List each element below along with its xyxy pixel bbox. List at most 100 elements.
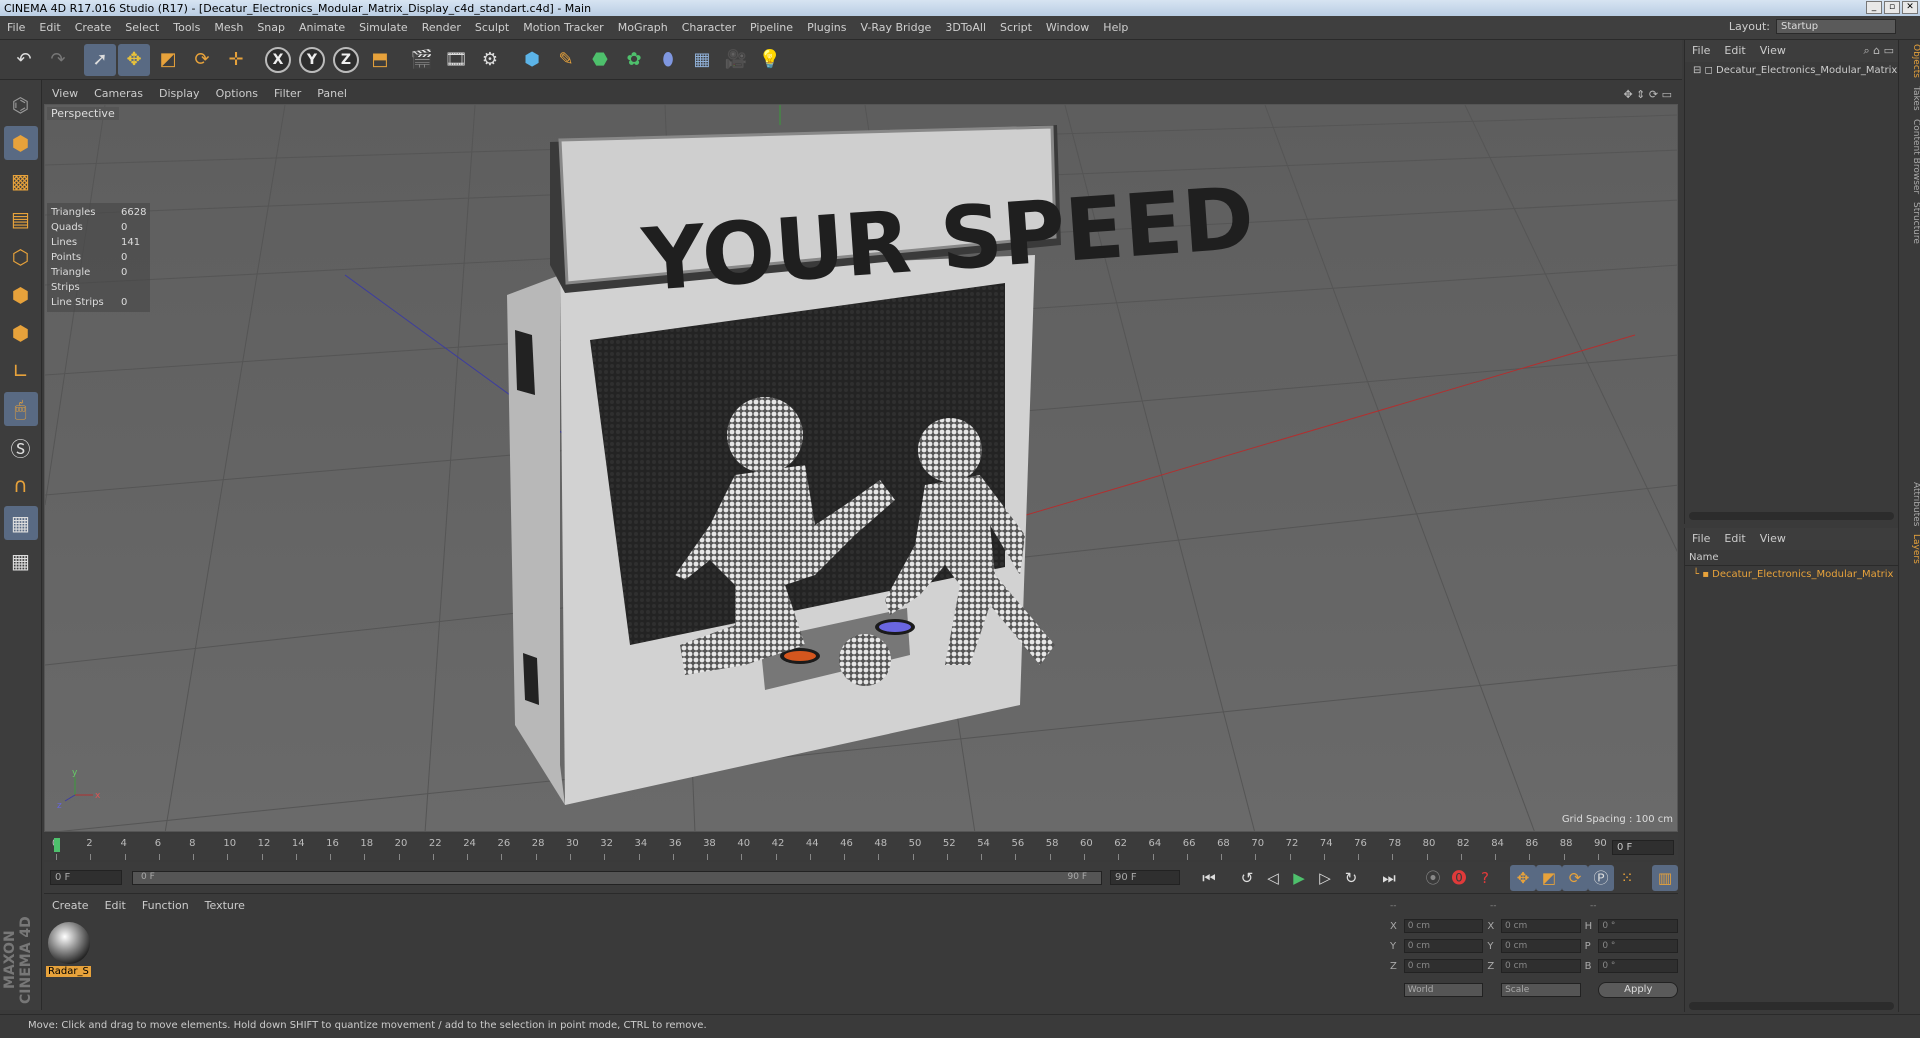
menu-edit[interactable]: Edit	[32, 16, 67, 40]
layers-horizontal-scrollbar[interactable]	[1689, 1002, 1894, 1010]
key-rotation-icon[interactable]: ⟳	[1562, 864, 1588, 891]
objects-horizontal-scrollbar[interactable]	[1689, 512, 1894, 520]
next-key-icon[interactable]: ↻	[1338, 865, 1364, 891]
menu-mograph[interactable]: MoGraph	[611, 16, 675, 40]
frame-range-slider[interactable]: 0 F 90 F	[132, 870, 1102, 885]
previous-key-icon[interactable]: ↺	[1234, 865, 1260, 891]
render-settings-icon[interactable]: ⚙	[474, 44, 506, 76]
render-picture-viewer-icon[interactable]: 🎞	[440, 44, 472, 76]
pen-spline-icon[interactable]: ✎	[550, 44, 582, 76]
menu-tools[interactable]: Tools	[166, 16, 207, 40]
polygons-mode-icon[interactable]: ⬢	[4, 316, 38, 350]
tab-layers[interactable]: Layers	[1899, 530, 1920, 568]
workplane-mode-icon[interactable]: ▤	[4, 202, 38, 236]
objects-menu-file[interactable]: File	[1685, 40, 1717, 62]
current-frame-field[interactable]: 0 F	[1612, 840, 1674, 855]
menu-3dtoall[interactable]: 3DToAll	[938, 16, 993, 40]
position-y-field[interactable]: 0 cm	[1403, 939, 1484, 953]
rotation-p-field[interactable]: 0 °	[1598, 939, 1678, 953]
end-frame-field[interactable]: 90 F	[1110, 870, 1180, 885]
menu-help[interactable]: Help	[1096, 16, 1135, 40]
material-menu-function[interactable]: Function	[134, 896, 197, 916]
start-frame-field[interactable]: 0 F	[50, 870, 122, 885]
cloner-icon[interactable]: ✿	[618, 44, 650, 76]
coordinate-space-dropdown[interactable]: World	[1403, 983, 1484, 997]
layout-dropdown[interactable]: Startup	[1776, 19, 1896, 34]
previous-frame-icon[interactable]: ◁	[1260, 865, 1286, 891]
edges-mode-icon[interactable]: ⬢	[4, 278, 38, 312]
close-button[interactable]: ✕	[1902, 1, 1918, 14]
size-x-field[interactable]: 0 cm	[1501, 919, 1581, 933]
objects-menu-view[interactable]: View	[1753, 40, 1793, 62]
menu-window[interactable]: Window	[1039, 16, 1096, 40]
undo-icon[interactable]: ↶	[8, 44, 40, 76]
tab-objects[interactable]: Objects	[1899, 40, 1920, 82]
size-mode-dropdown[interactable]: Scale	[1501, 983, 1581, 997]
menu-sculpt[interactable]: Sculpt	[468, 16, 516, 40]
material-name[interactable]: Radar_S	[46, 966, 91, 977]
viewport-menu-display[interactable]: Display	[151, 84, 208, 104]
scale-tool-icon[interactable]: ◩	[152, 44, 184, 76]
y-axis-lock-icon[interactable]: Y	[296, 44, 328, 76]
menu-animate[interactable]: Animate	[292, 16, 352, 40]
perspective-viewport[interactable]: YOUR SPEED y x z Perspective Triangles 66…	[44, 104, 1678, 832]
viewport-menu-view[interactable]: View	[44, 84, 86, 104]
menu-motion-tracker[interactable]: Motion Tracker	[516, 16, 610, 40]
layer-item[interactable]: └ ▪ Decatur_Electronics_Modular_Matrix	[1685, 566, 1898, 584]
render-view-icon[interactable]: 🎬	[406, 44, 438, 76]
tweak-mode-icon[interactable]: 🖱	[3, 392, 38, 426]
key-position-icon[interactable]: ✥	[1510, 864, 1536, 891]
model-mode-icon[interactable]: ⬢	[3, 126, 38, 160]
material-menu-texture[interactable]: Texture	[197, 896, 253, 916]
planar-workplane-icon[interactable]: ▦	[4, 544, 38, 578]
move-tool-icon[interactable]: ✥	[118, 43, 150, 76]
live-selection-icon[interactable]: ➚	[84, 43, 116, 76]
menu-select[interactable]: Select	[118, 16, 166, 40]
objects-search-icon[interactable]: ⌕ ⌂ ▭	[1863, 44, 1898, 58]
menu-vray-bridge[interactable]: V-Ray Bridge	[853, 16, 938, 40]
size-y-field[interactable]: 0 cm	[1501, 939, 1581, 953]
rotate-tool-icon[interactable]: ⟳	[186, 44, 218, 76]
viewport-menu-filter[interactable]: Filter	[266, 84, 309, 104]
camera-icon[interactable]: 🎥	[720, 44, 752, 76]
keyframe-selection-icon[interactable]: ?	[1472, 865, 1498, 891]
x-axis-lock-icon[interactable]: X	[262, 44, 294, 76]
size-z-field[interactable]: 0 cm	[1501, 959, 1581, 973]
maximize-button[interactable]: ▫	[1884, 1, 1900, 14]
points-mode-icon[interactable]: ⬡	[4, 240, 38, 274]
viewport-nav-icons[interactable]: ✥ ⇕ ⟳ ▭	[1623, 88, 1678, 101]
tab-attributes[interactable]: Attributes	[1899, 478, 1920, 530]
next-frame-icon[interactable]: ▷	[1312, 865, 1338, 891]
menu-file[interactable]: File	[0, 16, 32, 40]
objects-menu-edit[interactable]: Edit	[1717, 40, 1752, 62]
lock-workplane-icon[interactable]: ▦	[3, 506, 38, 540]
play-forward-icon[interactable]: ▶	[1286, 865, 1312, 891]
tab-content-browser[interactable]: Content Browser	[1899, 115, 1920, 198]
make-editable-icon[interactable]: ⌬	[4, 88, 38, 122]
z-axis-lock-icon[interactable]: Z	[330, 44, 362, 76]
transform-tool-icon[interactable]: ✛	[220, 44, 252, 76]
redo-icon[interactable]: ↷	[42, 44, 74, 76]
rotation-b-field[interactable]: 0 °	[1598, 959, 1678, 973]
material-menu-create[interactable]: Create	[44, 896, 97, 916]
solo-mode-icon[interactable]: Ⓢ	[4, 430, 38, 464]
go-to-end-icon[interactable]: ⏭	[1376, 865, 1402, 891]
viewport-menu-options[interactable]: Options	[208, 84, 266, 104]
layers-menu-file[interactable]: File	[1685, 528, 1717, 550]
material-menu-edit[interactable]: Edit	[97, 896, 134, 916]
menu-render[interactable]: Render	[415, 16, 468, 40]
playhead[interactable]	[54, 838, 60, 852]
material-preview[interactable]	[48, 922, 90, 964]
position-x-field[interactable]: 0 cm	[1403, 919, 1484, 933]
key-scale-icon[interactable]: ◩	[1536, 864, 1562, 891]
tab-structure[interactable]: Structure	[1899, 198, 1920, 248]
menu-snap[interactable]: Snap	[250, 16, 292, 40]
viewport-menu-panel[interactable]: Panel	[309, 84, 355, 104]
auto-keying-icon[interactable]: ⓿	[1446, 865, 1472, 891]
menu-script[interactable]: Script	[993, 16, 1039, 40]
menu-plugins[interactable]: Plugins	[800, 16, 853, 40]
viewport-menu-cameras[interactable]: Cameras	[86, 84, 151, 104]
floor-icon[interactable]: ▦	[686, 44, 718, 76]
menu-create[interactable]: Create	[68, 16, 119, 40]
key-point-level-icon[interactable]: ⁙	[1614, 865, 1640, 891]
